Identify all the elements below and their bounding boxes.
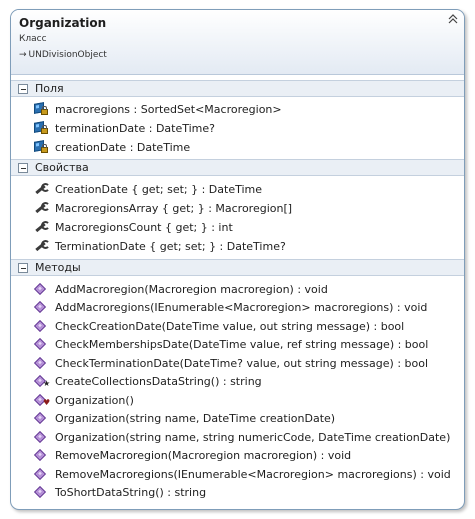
field-item[interactable]: terminationDate : DateTime?: [33, 119, 215, 137]
property-label: CreationDate { get; set; } : DateTime: [55, 182, 263, 196]
field-label: creationDate : DateTime: [55, 140, 191, 154]
method-item[interactable]: CheckCreationDate(DateTime value, out st…: [33, 317, 404, 335]
class-kind-label: Класс: [19, 34, 47, 44]
method-item[interactable]: CheckMembershipsDate(DateTime value, ref…: [33, 335, 428, 353]
method-label: RemoveMacroregion(Macroregion macroregio…: [55, 448, 352, 462]
inheritance-arrow-icon: →: [19, 50, 27, 60]
method-cube-icon: [33, 337, 49, 351]
wrench-icon: [33, 201, 50, 215]
section-title: Методы: [35, 261, 81, 274]
property-item[interactable]: MacroregionsCount { get; } : int: [33, 218, 233, 236]
protected-method-icon: ♥: [33, 393, 50, 407]
method-label: Organization(string name, DateTime creat…: [55, 411, 336, 425]
field-label: terminationDate : DateTime?: [55, 121, 216, 135]
method-item[interactable]: ToShortDataString() : string: [33, 483, 206, 501]
field-item[interactable]: creationDate : DateTime: [33, 138, 190, 156]
method-cube-icon: [33, 411, 49, 425]
method-item[interactable]: Organization(string name, string numeric…: [33, 428, 450, 446]
section-header-fields[interactable]: Поля: [11, 80, 464, 97]
method-label: Organization(string name, string numeric…: [55, 430, 451, 444]
method-item[interactable]: CheckTerminationDate(DateTime? value, ou…: [33, 354, 428, 372]
method-label: AddMacroregion(Macroregion macroregion) …: [55, 282, 328, 296]
method-item[interactable]: AddMacroregions(IEnumerable<Macroregion>…: [33, 298, 427, 316]
method-label: ToShortDataString() : string: [55, 485, 207, 499]
static-method-icon: ★: [33, 374, 50, 388]
base-class-row: → UNDivisionObject: [19, 50, 107, 60]
base-class-name: UNDivisionObject: [28, 50, 107, 60]
method-cube-icon: [33, 300, 49, 314]
method-item[interactable]: ★ CreateCollectionsDataString() : string: [33, 372, 262, 390]
class-name: Organization: [19, 16, 107, 30]
method-cube-icon: [33, 282, 49, 296]
section-title: Поля: [35, 82, 64, 95]
private-field-icon: [33, 102, 49, 116]
property-item[interactable]: TerminationDate { get; set; } : DateTime…: [33, 237, 286, 255]
method-label: CheckTerminationDate(DateTime? value, ou…: [55, 356, 429, 370]
method-item[interactable]: RemoveMacroregion(Macroregion macroregio…: [33, 446, 351, 464]
private-field-icon: [33, 121, 49, 135]
method-label: Organization(): [55, 393, 134, 407]
private-field-icon: [33, 140, 49, 154]
method-item[interactable]: Organization(string name, DateTime creat…: [33, 409, 335, 427]
method-cube-icon: [33, 448, 49, 462]
method-item[interactable]: RemoveMacroregions(IEnumerable<Macroregi…: [33, 465, 451, 483]
method-label: CheckMembershipsDate(DateTime value, ref…: [55, 337, 429, 351]
method-label: CreateCollectionsDataString() : string: [55, 374, 262, 388]
section-header-methods[interactable]: Методы: [11, 259, 464, 276]
method-cube-icon: [33, 467, 49, 481]
property-item[interactable]: MacroregionsArray { get; } : Macroregion…: [33, 199, 292, 217]
collapse-toggle-icon[interactable]: [18, 162, 28, 173]
method-cube-icon: [33, 356, 49, 370]
wrench-icon: [33, 239, 50, 253]
field-label: macroregions : SortedSet<Macroregion>: [55, 102, 282, 116]
method-label: CheckCreationDate(DateTime value, out st…: [55, 319, 405, 333]
wrench-icon: [33, 220, 50, 234]
wrench-icon: [33, 182, 50, 196]
class-diagram-shape[interactable]: Organization Класс → UNDivisionObject По…: [10, 9, 465, 510]
method-item[interactable]: ♥ Organization(): [33, 391, 134, 409]
method-cube-icon: [33, 485, 49, 499]
method-item[interactable]: AddMacroregion(Macroregion macroregion) …: [33, 280, 328, 298]
property-label: TerminationDate { get; set; } : DateTime…: [55, 239, 286, 253]
method-cube-icon: [33, 430, 49, 444]
class-header: Organization Класс → UNDivisionObject: [11, 10, 464, 75]
collapse-chevron-icon[interactable]: [448, 14, 458, 26]
collapse-toggle-icon[interactable]: [18, 262, 28, 273]
property-label: MacroregionsArray { get; } : Macroregion…: [55, 201, 293, 215]
section-title: Свойства: [35, 161, 89, 174]
method-cube-icon: [33, 319, 49, 333]
method-label: RemoveMacroregions(IEnumerable<Macroregi…: [55, 467, 451, 481]
section-header-properties[interactable]: Свойства: [11, 159, 464, 176]
property-label: MacroregionsCount { get; } : int: [55, 220, 233, 234]
property-item[interactable]: CreationDate { get; set; } : DateTime: [33, 180, 262, 198]
method-label: AddMacroregions(IEnumerable<Macroregion>…: [55, 300, 428, 314]
field-item[interactable]: macroregions : SortedSet<Macroregion>: [33, 100, 282, 118]
collapse-toggle-icon[interactable]: [18, 83, 28, 94]
